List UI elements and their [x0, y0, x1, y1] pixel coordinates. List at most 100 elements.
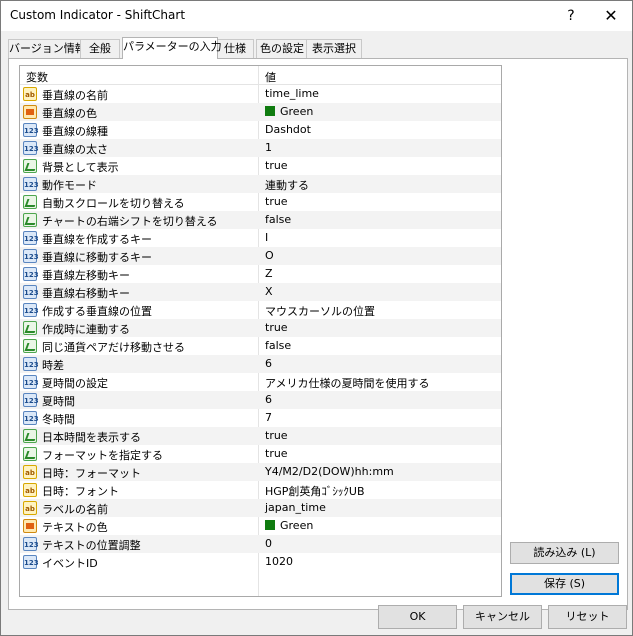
parameter-value[interactable]: true — [265, 321, 288, 334]
parameter-value[interactable]: 1 — [265, 141, 272, 154]
parameter-value[interactable]: japan_time — [265, 501, 326, 514]
parameter-row[interactable]: 123 作成する垂直線の位置 マウスカーソルの位置 — [20, 301, 501, 319]
parameter-row[interactable]: 123 テキストの位置調整 0 — [20, 535, 501, 553]
numeric-type-icon: 123 — [23, 375, 39, 389]
parameter-row[interactable]: 123 垂直線を作成するキー I — [20, 229, 501, 247]
numeric-type-icon: 123 — [23, 555, 39, 569]
numeric-type-icon: 123 — [23, 411, 39, 425]
parameter-value[interactable]: 7 — [265, 411, 272, 424]
parameter-value[interactable]: マウスカーソルの位置 — [265, 303, 375, 319]
parameter-value[interactable]: true — [265, 429, 288, 442]
parameter-row[interactable]: 123 夏時間の設定 アメリカ仕様の夏時間を使用する — [20, 373, 501, 391]
parameter-value[interactable]: 0 — [265, 537, 272, 550]
parameter-value[interactable]: false — [265, 339, 291, 352]
numeric-type-icon: 123 — [23, 231, 39, 245]
cancel-button[interactable]: キャンセル — [463, 605, 542, 629]
parameter-row[interactable]: 123 時差 6 — [20, 355, 501, 373]
parameter-name: 垂直線左移動キー — [42, 269, 130, 282]
parameter-name: 冬時間 — [42, 413, 75, 426]
tab-version-info[interactable]: バージョン情報 — [8, 39, 86, 58]
load-button[interactable]: 読み込み (L) — [510, 542, 619, 564]
parameter-row[interactable]: 背景として表示 true — [20, 157, 501, 175]
parameter-row[interactable]: チャートの右端シフトを切り替える false — [20, 211, 501, 229]
numeric-type-icon: 123 — [23, 249, 39, 263]
boolean-type-icon — [23, 339, 37, 353]
numeric-type-icon: 123 — [23, 303, 39, 317]
column-header-variable[interactable]: 変数 — [26, 69, 48, 85]
parameter-row[interactable]: ab 垂直線の名前 time_lime — [20, 85, 501, 103]
parameters-panel: 変数 値 ab 垂直線の名前 time_lime 垂直線の色 Green 123 垂直線の線… — [8, 58, 628, 610]
parameter-row[interactable]: テキストの色 Green — [20, 517, 501, 535]
parameter-row[interactable]: 自動スクロールを切り替える true — [20, 193, 501, 211]
parameter-name: 同じ通貨ペアだけ移動させる — [42, 341, 185, 354]
parameter-row[interactable]: 垂直線の色 Green — [20, 103, 501, 121]
color-type-icon — [23, 105, 37, 119]
parameter-row[interactable]: 123 垂直線の太さ 1 — [20, 139, 501, 157]
parameter-name: フォーマットを指定する — [42, 449, 163, 462]
parameter-value[interactable]: Green — [265, 105, 313, 118]
help-button[interactable]: ? — [551, 1, 591, 31]
parameter-row[interactable]: 123 イベントID 1020 — [20, 553, 501, 571]
parameter-name: 時差 — [42, 359, 64, 372]
tab-general[interactable]: 全般 — [80, 39, 120, 58]
parameter-row[interactable]: 123 動作モード 連動する — [20, 175, 501, 193]
parameter-row[interactable]: ab 日時：フォント HGP創英角ｺﾞｼｯｸUB — [20, 481, 501, 499]
parameter-name: イベントID — [42, 557, 98, 570]
parameter-value[interactable]: アメリカ仕様の夏時間を使用する — [265, 375, 429, 391]
parameter-row[interactable]: ab 日時：フォーマット Y4/M2/D2(DOW)hh:mm — [20, 463, 501, 481]
parameter-value[interactable]: 連動する — [265, 177, 309, 193]
parameter-row[interactable]: 123 垂直線の線種 Dashdot — [20, 121, 501, 139]
parameter-row[interactable]: ab ラベルの名前 japan_time — [20, 499, 501, 517]
parameter-value[interactable]: true — [265, 159, 288, 172]
parameter-value[interactable]: Z — [265, 267, 273, 280]
parameter-value[interactable]: time_lime — [265, 87, 319, 100]
close-button[interactable]: ✕ — [591, 1, 631, 31]
parameter-value[interactable]: X — [265, 285, 273, 298]
save-button[interactable]: 保存 (S) — [510, 573, 619, 595]
parameter-row[interactable]: 日本時間を表示する true — [20, 427, 501, 445]
parameter-value[interactable]: I — [265, 231, 268, 244]
parameter-row[interactable]: 同じ通貨ペアだけ移動させる false — [20, 337, 501, 355]
parameter-value[interactable]: Y4/M2/D2(DOW)hh:mm — [265, 465, 394, 478]
parameter-row[interactable]: フォーマットを指定する true — [20, 445, 501, 463]
parameter-rows: ab 垂直線の名前 time_lime 垂直線の色 Green 123 垂直線の線種 Dash… — [20, 85, 501, 571]
parameter-value[interactable]: 6 — [265, 357, 272, 370]
color-type-icon — [23, 519, 37, 533]
parameter-row[interactable]: 123 夏時間 6 — [20, 391, 501, 409]
ok-button[interactable]: OK — [378, 605, 457, 629]
dialog-window: Custom Indicator - ShiftChart ? ✕ バージョン情… — [0, 0, 633, 636]
parameter-row[interactable]: 123 垂直線左移動キー Z — [20, 265, 501, 283]
reset-button[interactable]: リセット — [548, 605, 627, 629]
numeric-type-icon: 123 — [23, 123, 39, 137]
tab-specification[interactable]: 仕様 — [216, 39, 254, 58]
parameter-row[interactable]: 123 垂直線右移動キー X — [20, 283, 501, 301]
numeric-type-icon: 123 — [23, 537, 39, 551]
parameter-name: 作成する垂直線の位置 — [42, 305, 152, 318]
parameter-row[interactable]: 123 冬時間 7 — [20, 409, 501, 427]
numeric-type-icon: 123 — [23, 393, 39, 407]
tab-parameters[interactable]: パラメーターの入力 — [122, 37, 222, 59]
boolean-type-icon — [23, 447, 37, 461]
parameter-value[interactable]: false — [265, 213, 291, 226]
color-name: Green — [280, 105, 314, 118]
parameter-name: 垂直線の線種 — [42, 125, 108, 138]
parameter-value[interactable]: O — [265, 249, 274, 262]
tab-color-settings[interactable]: 色の設定 — [256, 39, 308, 58]
parameter-value[interactable]: HGP創英角ｺﾞｼｯｸUB — [265, 483, 365, 499]
numeric-type-icon: 123 — [23, 141, 39, 155]
parameter-value[interactable]: 1020 — [265, 555, 293, 568]
parameter-value[interactable]: 6 — [265, 393, 272, 406]
parameter-name: 垂直線の名前 — [42, 89, 108, 102]
parameter-row[interactable]: 123 垂直線に移動するキー O — [20, 247, 501, 265]
parameter-row[interactable]: 作成時に連動する true — [20, 319, 501, 337]
tab-display-selection[interactable]: 表示選択 — [306, 39, 362, 58]
parameter-value[interactable]: Dashdot — [265, 123, 311, 136]
parameter-name: 垂直線に移動するキー — [42, 251, 152, 264]
parameter-value[interactable]: true — [265, 195, 288, 208]
parameter-name: ラベルの名前 — [42, 503, 108, 516]
parameter-value[interactable]: Green — [265, 519, 313, 532]
parameter-name: 垂直線の色 — [42, 107, 97, 120]
column-header-value[interactable]: 値 — [265, 69, 276, 85]
parameter-value[interactable]: true — [265, 447, 288, 460]
parameter-name: 夏時間の設定 — [42, 377, 108, 390]
